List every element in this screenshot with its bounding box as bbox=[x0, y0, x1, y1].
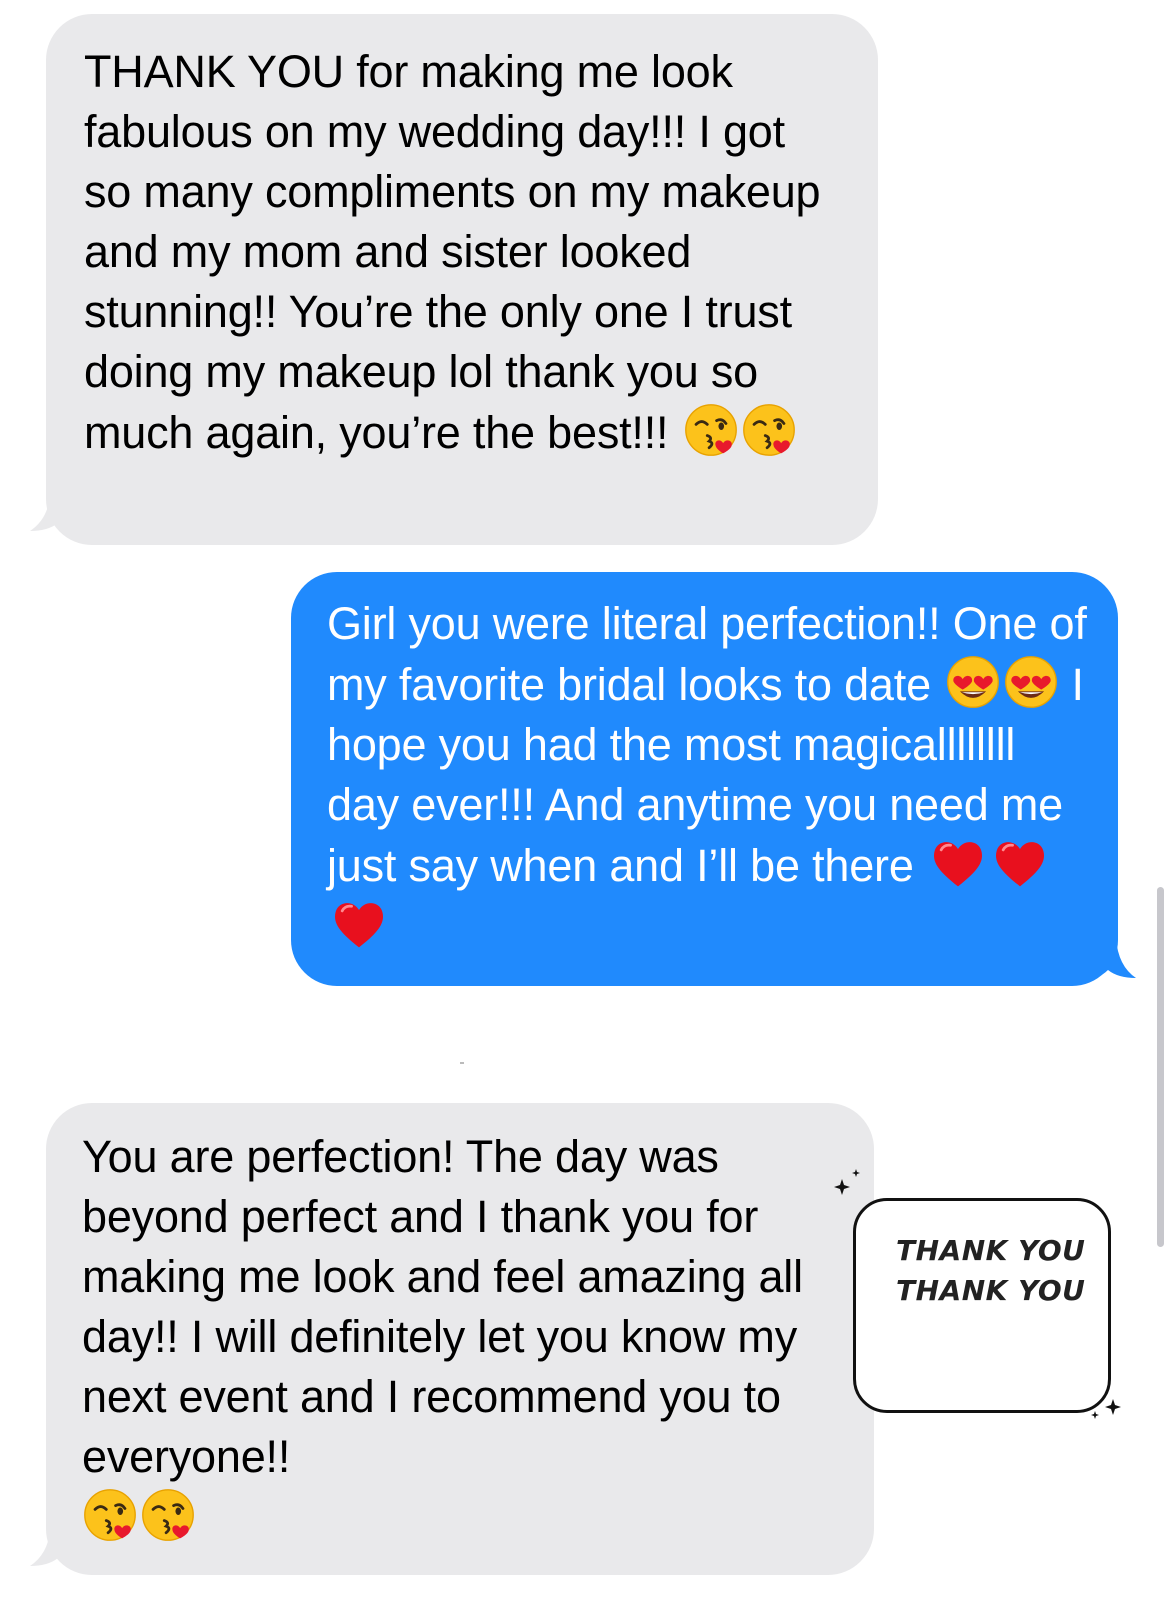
red-heart-emoji-icon bbox=[990, 835, 1050, 891]
kissing-heart-emoji-icon bbox=[140, 1487, 196, 1543]
bubble-tail-incoming bbox=[30, 1530, 88, 1570]
bubble-tail-outgoing bbox=[1078, 938, 1136, 982]
message-text: You are perfection! The day was beyond p… bbox=[82, 1131, 803, 1482]
kissing-heart-emoji-icon bbox=[82, 1487, 138, 1543]
kissing-heart-emoji-icon bbox=[683, 402, 739, 458]
bubble-tail-incoming bbox=[30, 495, 88, 535]
message-text: THANK YOU for making me look fabulous on… bbox=[84, 46, 821, 458]
divider-dot bbox=[460, 1062, 464, 1064]
kissing-heart-emoji-icon bbox=[741, 402, 797, 458]
message-bubble-incoming-2[interactable]: You are perfection! The day was beyond p… bbox=[46, 1103, 874, 1575]
thank-you-sticker[interactable]: THANK YOU THANK YOU bbox=[853, 1198, 1111, 1413]
sparkle-icon bbox=[1091, 1399, 1121, 1419]
sticker-line-2: THANK YOU bbox=[896, 1274, 1086, 1307]
message-bubble-incoming-1[interactable]: THANK YOU for making me look fabulous on… bbox=[46, 14, 878, 545]
red-heart-emoji-icon bbox=[329, 896, 389, 952]
heart-eyes-emoji-icon bbox=[945, 654, 1001, 710]
message-bubble-outgoing-1[interactable]: Girl you were literal perfection!! One o… bbox=[291, 572, 1118, 986]
sparkle-icon bbox=[834, 1169, 860, 1195]
sticker-line-1: THANK YOU bbox=[896, 1234, 1086, 1267]
scrollbar[interactable] bbox=[1157, 887, 1164, 1247]
red-heart-emoji-icon bbox=[928, 835, 988, 891]
heart-eyes-emoji-icon bbox=[1003, 654, 1059, 710]
